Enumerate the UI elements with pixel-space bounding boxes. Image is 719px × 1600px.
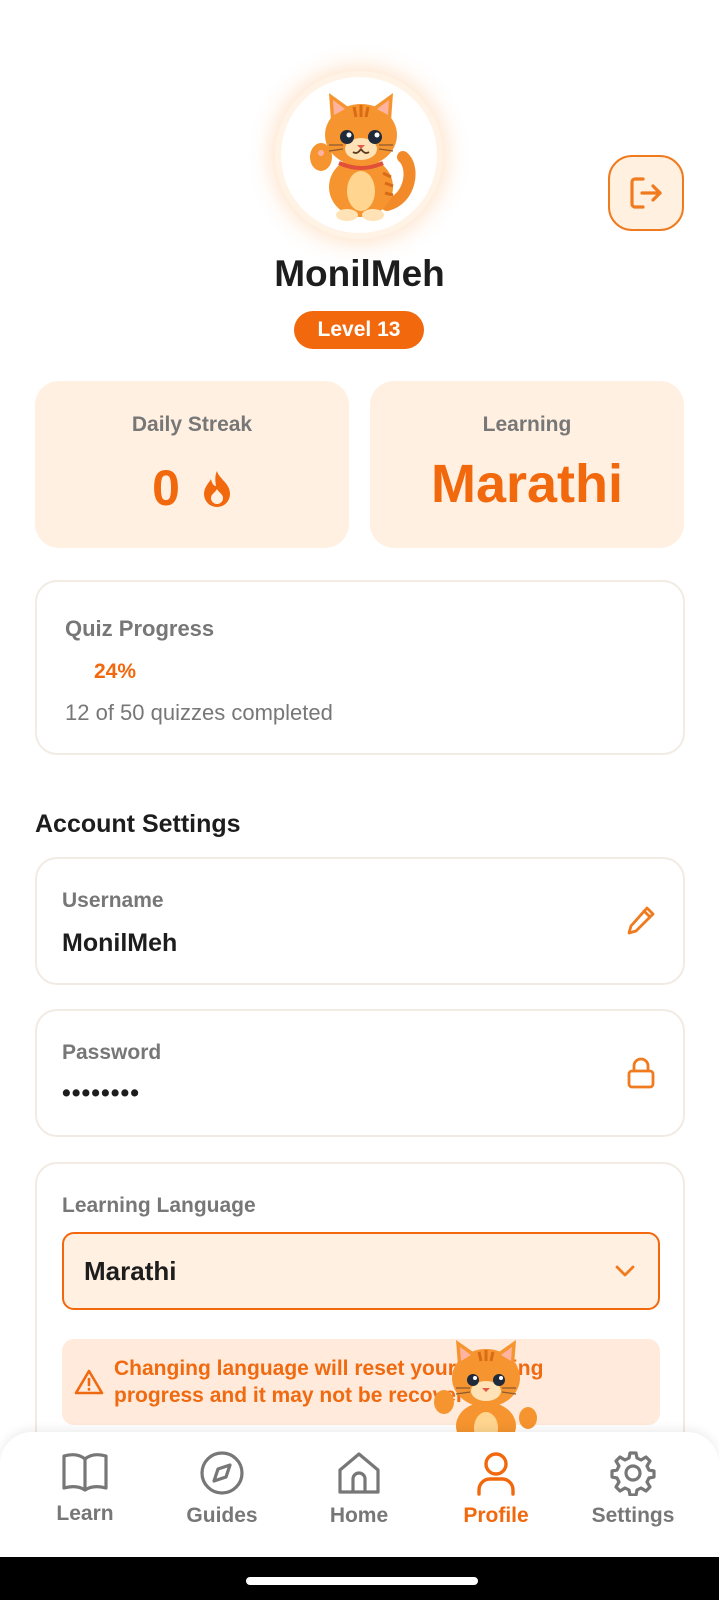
bottom-nav: Learn Guides Home Profile Settings — [0, 1432, 719, 1557]
quiz-progress-summary: 12 of 50 quizzes completed — [65, 700, 333, 725]
profile-username: MonilMeh — [274, 253, 445, 294]
daily-streak-value: 0 — [152, 460, 180, 516]
learning-language-value: Marathi — [430, 454, 624, 514]
home-icon — [338, 1452, 380, 1494]
learning-language-select[interactable]: Marathi — [62, 1232, 660, 1310]
daily-streak-value-row: 0 — [35, 459, 349, 517]
username-label: Username — [62, 889, 164, 912]
profile-screen: MonilMeh Level 13 Daily Streak 0 Learnin… — [0, 0, 719, 1600]
daily-streak-card: Daily Streak 0 — [35, 381, 349, 548]
nav-profile-label: Profile — [463, 1504, 529, 1527]
compass-icon — [200, 1451, 244, 1495]
warning-triangle-icon — [74, 1369, 104, 1395]
quiz-progress-percent: 24% — [94, 660, 137, 683]
chevron-down-icon — [615, 1265, 635, 1277]
username-field[interactable]: Username MonilMeh — [35, 857, 685, 985]
learning-language-label: Learning Language — [62, 1194, 256, 1217]
nav-guides-label: Guides — [186, 1504, 258, 1527]
nav-learn-label: Learn — [56, 1502, 114, 1525]
user-icon — [477, 1452, 515, 1496]
nav-guides[interactable]: Guides — [162, 1450, 282, 1550]
logout-button[interactable] — [608, 155, 684, 231]
account-settings-heading: Account Settings — [35, 810, 241, 838]
home-gesture-pill[interactable] — [246, 1577, 478, 1585]
nav-profile[interactable]: Profile — [436, 1450, 556, 1550]
learning-label: Learning — [482, 413, 572, 436]
password-field[interactable]: Password •••••••• — [35, 1009, 685, 1137]
avatar — [281, 77, 437, 233]
pencil-icon[interactable] — [625, 903, 657, 939]
quiz-progress-card: Quiz Progress 24% 12 of 50 quizzes compl… — [35, 580, 685, 755]
book-icon — [62, 1453, 108, 1492]
cat-mascot-icon — [310, 93, 416, 221]
quiz-progress-title: Quiz Progress — [65, 616, 215, 641]
flame-icon — [203, 471, 230, 507]
nav-settings[interactable]: Settings — [573, 1450, 693, 1550]
nav-home[interactable]: Home — [299, 1450, 419, 1550]
password-label: Password — [62, 1041, 162, 1064]
cat-mascot-peek-icon — [434, 1340, 537, 1432]
lock-icon[interactable] — [625, 1055, 657, 1091]
nav-settings-label: Settings — [591, 1504, 675, 1527]
username-value: MonilMeh — [62, 929, 178, 957]
learning-card: Learning Marathi — [370, 381, 684, 548]
daily-streak-label: Daily Streak — [131, 413, 253, 436]
nav-learn[interactable]: Learn — [25, 1450, 145, 1550]
gear-icon — [610, 1451, 656, 1496]
level-badge: Level 13 — [294, 311, 424, 349]
language-warning: Changing language will reset your learni… — [62, 1339, 660, 1425]
nav-home-label: Home — [329, 1504, 389, 1527]
learning-language-field: Learning Language Marathi Changing langu… — [35, 1162, 685, 1462]
learning-language-selected: Marathi — [84, 1255, 177, 1286]
password-value: •••••••• — [62, 1079, 141, 1107]
logout-icon — [630, 177, 662, 209]
